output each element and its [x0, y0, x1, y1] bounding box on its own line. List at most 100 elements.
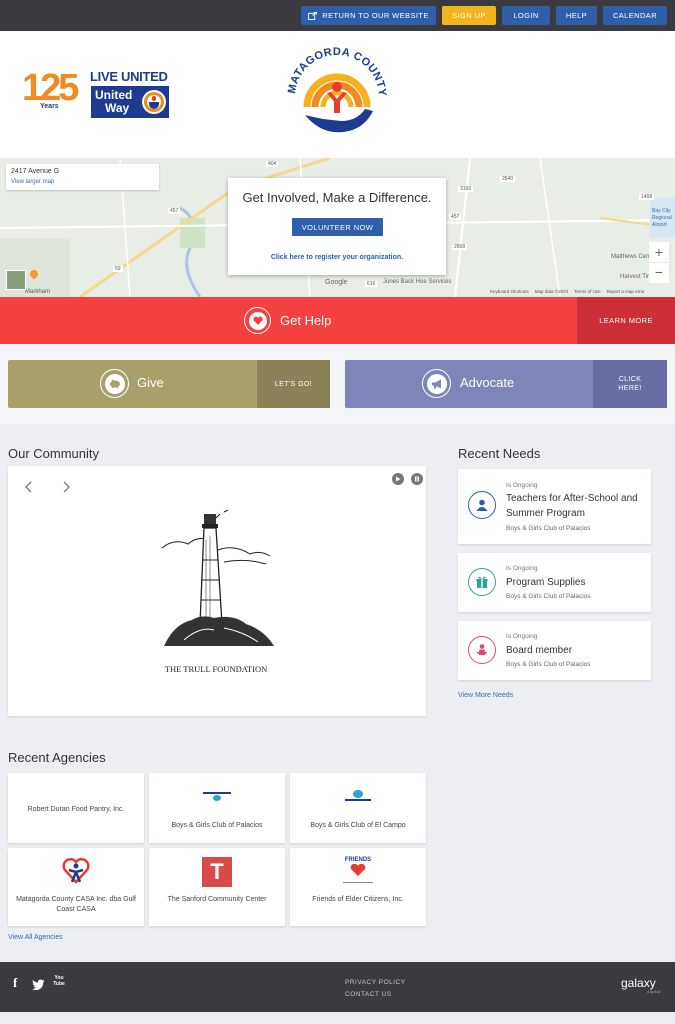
agency-name: The Sanford Community Center	[167, 896, 267, 903]
pause-icon[interactable]	[411, 473, 423, 485]
agency-card[interactable]: Boys & Girls Club of Palacios	[149, 773, 285, 843]
youtube-wordmark: You Tube	[53, 975, 65, 987]
give-button[interactable]: Give LET'S GO!	[8, 360, 330, 408]
agency-card[interactable]: Robert Duran Food Pantry, Inc.	[8, 773, 144, 843]
get-help-banner[interactable]: Get Help LEARN MORE	[0, 297, 675, 344]
register-organization-link[interactable]: Click here to register your organization…	[228, 254, 446, 261]
years-label: Years	[40, 103, 59, 110]
recent-agencies-title: Recent Agencies	[8, 750, 106, 765]
sign-up-label: SIGN UP	[452, 11, 486, 20]
view-all-agencies-link[interactable]: View All Agencies	[8, 934, 63, 941]
map-satellite-thumbnail[interactable]	[6, 270, 26, 290]
learn-more-button[interactable]: LEARN MORE	[577, 297, 675, 344]
need-status: Is Ongoing	[506, 482, 538, 489]
advocate-button[interactable]: Advocate CLICK HERE!	[345, 360, 667, 408]
sign-up-button[interactable]: SIGN UP	[442, 6, 496, 25]
map-address-card: 2417 Avenue G View larger map	[6, 164, 159, 190]
calendar-label: CALENDAR	[612, 11, 658, 20]
footer: f You Tube PRIVACY POLICY CONTACT US gal…	[0, 962, 675, 1012]
map-road-label: 1468	[639, 194, 655, 200]
united-way-box: United Way	[91, 86, 169, 118]
view-more-needs-link[interactable]: View More Needs	[458, 692, 513, 699]
click-here-label-line2: HERE!	[618, 385, 642, 392]
need-status: Is Ongoing	[506, 565, 538, 572]
advocate-label: Advocate	[460, 375, 515, 390]
map-road-label: 457	[449, 214, 462, 220]
get-involved-title: Get Involved, Make a Difference.	[242, 190, 432, 205]
map-road-label: 404	[266, 161, 279, 167]
agency-name: Robert Duran Food Pantry, Inc.	[27, 806, 125, 813]
agency-card[interactable]: FRIENDS Friends of Elder Citizens, Inc.	[290, 848, 426, 926]
agency-name: Boys & Girls Club of Palacios	[171, 822, 263, 829]
person-icon	[468, 491, 496, 519]
galaxy-digital-logo[interactable]: galaxy digital	[621, 976, 666, 994]
youtube-icon[interactable]: You Tube	[53, 975, 65, 989]
external-link-icon	[308, 11, 318, 20]
get-help-label: Get Help	[280, 313, 332, 328]
map-report-error-link[interactable]: Report a map error	[607, 289, 645, 294]
need-organization: Boys & Girls Club of Palacios	[506, 525, 591, 532]
casa-heart-logo	[62, 856, 90, 886]
map-place-label: Jones Back Hoe Services	[383, 279, 452, 285]
map-zoom-in-button[interactable]: +	[649, 242, 669, 262]
volunteer-now-button[interactable]: VOLUNTEER NOW	[292, 218, 383, 236]
matagorda-county-logo[interactable]: MATAGORDA COUNTY	[283, 45, 391, 145]
need-card[interactable]: Is Ongoing Program Supplies Boys & Girls…	[458, 553, 651, 612]
chevron-right-icon[interactable]	[59, 480, 73, 494]
recent-needs-title: Recent Needs	[458, 446, 541, 461]
need-card[interactable]: Is Ongoing Teachers for After-School and…	[458, 469, 651, 544]
map-zoom-out-button[interactable]: −	[649, 263, 669, 283]
agency-card[interactable]: Boys & Girls Club of El Campo	[290, 773, 426, 843]
united-way-125-logo[interactable]: 125 Years LIVE UNITED United Way	[22, 67, 172, 121]
map-keyboard-shortcuts[interactable]: Keyboard shortcuts	[490, 289, 529, 294]
heart-icon	[244, 307, 271, 334]
lets-go-button[interactable]: LET'S GO!	[257, 360, 330, 408]
lighthouse-icon	[154, 500, 278, 660]
learn-more-label: LEARN MORE	[599, 316, 653, 325]
click-here-label-line1: CLICK	[618, 376, 642, 383]
galaxy-brand-subtext: digital	[647, 989, 661, 994]
need-title[interactable]: Board member	[506, 643, 646, 658]
help-label: HELP	[565, 11, 588, 20]
need-title[interactable]: Program Supplies	[506, 575, 646, 590]
map-road-label: 2668	[452, 244, 468, 250]
play-icon[interactable]	[392, 473, 404, 485]
friends-logo: FRIENDS	[340, 857, 376, 885]
live-united-text: LIVE UNITED	[90, 69, 168, 84]
our-community-title: Our Community	[8, 446, 100, 461]
map-footer: Keyboard shortcuts Map data ©2023 Terms …	[490, 289, 645, 294]
way-text: Way	[105, 101, 130, 115]
map-address: 2417 Avenue G	[11, 168, 60, 175]
view-larger-map-link[interactable]: View larger map	[11, 179, 54, 185]
chevron-left-icon[interactable]	[22, 480, 36, 494]
privacy-policy-link[interactable]: PRIVACY POLICY	[345, 979, 406, 986]
map-data-credit: Map data ©2023	[534, 289, 569, 294]
map-road-label: 59	[113, 266, 123, 272]
calendar-button[interactable]: CALENDAR	[603, 6, 667, 25]
help-button[interactable]: HELP	[556, 6, 597, 25]
need-status: Is Ongoing	[506, 633, 538, 640]
return-to-website-button[interactable]: RETURN TO OUR WEBSITE	[301, 6, 436, 25]
agency-card[interactable]: Matagorda County CASA Inc. dba Gulf Coas…	[8, 848, 144, 926]
featured-agency-image[interactable]: THE TRULL FOUNDATION	[154, 500, 278, 678]
agency-name: Matagorda County CASA Inc. dba Gulf Coas…	[16, 896, 136, 913]
contact-us-link[interactable]: CONTACT US	[345, 991, 392, 998]
facebook-icon[interactable]: f	[13, 975, 17, 991]
login-button[interactable]: LOGIN	[502, 6, 550, 25]
twitter-icon[interactable]	[32, 977, 45, 991]
featured-agency-caption: THE TRULL FOUNDATION	[164, 664, 268, 674]
need-card[interactable]: Is Ongoing Board member Boys & Girls Clu…	[458, 621, 651, 680]
sanford-logo: T	[202, 857, 232, 887]
galaxy-brand-text: galaxy	[621, 976, 656, 990]
click-here-button[interactable]: CLICK HERE!	[593, 360, 667, 408]
get-involved-card: Get Involved, Make a Difference. VOLUNTE…	[228, 178, 446, 275]
map-terms-link[interactable]: Terms of Use	[574, 289, 601, 294]
agency-card[interactable]: T The Sanford Community Center	[149, 848, 285, 926]
boys-girls-club-logo	[203, 792, 231, 802]
volunteer-now-label: VOLUNTEER NOW	[301, 222, 374, 232]
need-title[interactable]: Teachers for After-School and Summer Pro…	[506, 491, 646, 521]
agency-name: Boys & Girls Club of El Campo	[310, 822, 406, 829]
map-area[interactable]: 2417 Avenue G View larger map 404 457 45…	[0, 158, 675, 297]
map-place-label: Markham	[25, 289, 51, 295]
lets-go-label: LET'S GO!	[274, 380, 313, 388]
